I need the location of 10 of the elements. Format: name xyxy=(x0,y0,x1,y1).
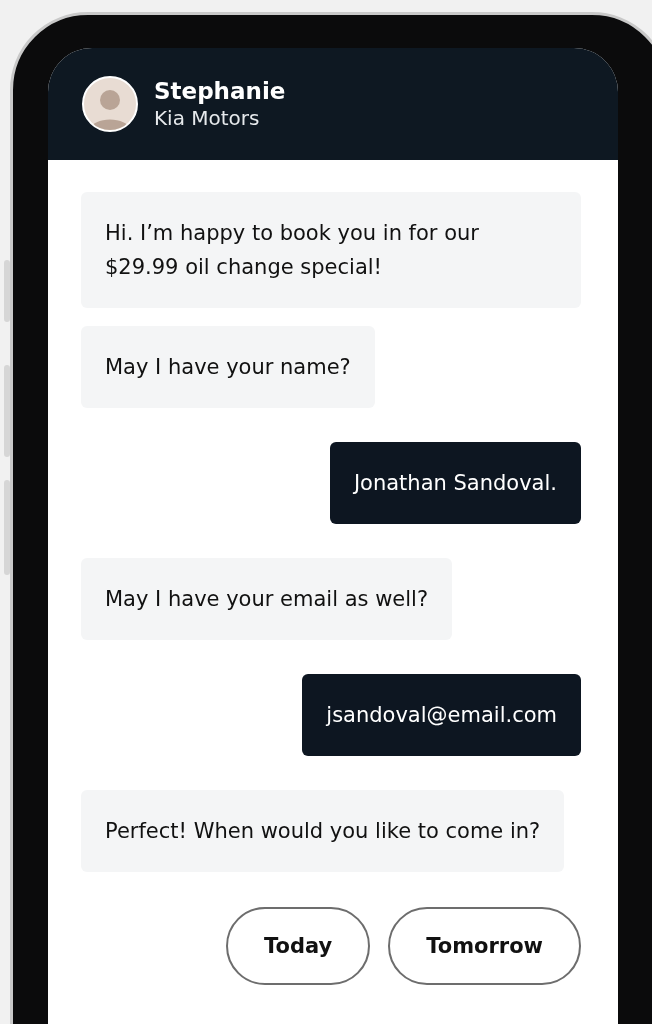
user-message-bubble: Jonathan Sandoval. xyxy=(329,442,581,524)
contact-company: Kia Motors xyxy=(154,105,261,131)
agent-message-bubble: May I have your name? xyxy=(81,326,375,408)
agent-message-bubble: Perfect! When would you like to come in? xyxy=(81,790,565,872)
user-message-bubble: jsandoval@email.com xyxy=(302,674,581,756)
agent-message-bubble: May I have your email as well? xyxy=(81,558,453,640)
agent-message-bubble: Hi. I’m happy to book you in for our $29.99 oil change special! xyxy=(81,192,581,308)
quick-reply-button[interactable]: Today xyxy=(225,907,371,985)
contact-name: Stephanie xyxy=(154,77,286,105)
quick-reply-button[interactable]: Tomorrow xyxy=(388,907,581,985)
